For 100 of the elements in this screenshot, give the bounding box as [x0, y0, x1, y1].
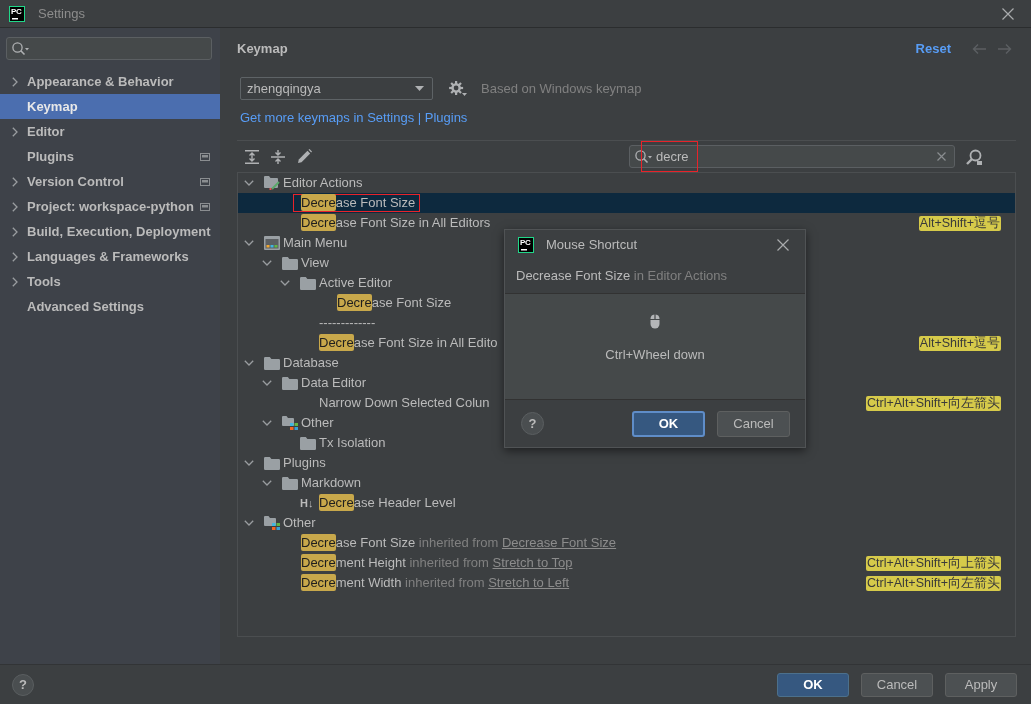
tree-label: Plugins — [283, 455, 326, 471]
action-label: Decrement Height inherited from Stretch to Top — [301, 555, 573, 571]
search-field[interactable] — [6, 37, 212, 60]
sidebar-item[interactable]: Plugins — [0, 144, 220, 169]
chevron-down-icon[interactable] — [262, 480, 272, 486]
search-icon — [635, 149, 652, 164]
chevron-down-icon[interactable] — [262, 420, 272, 426]
folder-icon — [300, 276, 316, 290]
help-button[interactable]: ? — [521, 412, 544, 435]
shortcut-badge: Alt+Shift+逗号 — [918, 335, 1001, 351]
folder-pencil-icon — [264, 176, 280, 190]
clear-icon[interactable] — [937, 152, 946, 161]
action-label: Decrease Font Size — [293, 194, 421, 212]
sidebar-item[interactable]: Build, Execution, Deployment — [0, 219, 220, 244]
app-logo: PC — [9, 5, 25, 22]
action-label: Decrease Font Size — [337, 295, 452, 311]
shortcut-text: Ctrl+Wheel down — [605, 347, 705, 363]
ok-button[interactable]: OK — [777, 672, 849, 697]
folder-icon — [282, 376, 298, 390]
sidebar-item[interactable]: Advanced Settings — [0, 294, 220, 319]
shortcut-badge: Ctrl+Alt+Shift+向左箭头 — [866, 575, 1001, 591]
tree-label: Other — [301, 415, 334, 431]
chevron-down-icon[interactable] — [244, 460, 254, 466]
shortcut-badge: Ctrl+Alt+Shift+向左箭头 — [866, 395, 1001, 411]
close-icon[interactable] — [1002, 7, 1014, 20]
tree-label: Markdown — [301, 475, 361, 491]
collapse-all-icon[interactable] — [271, 149, 285, 164]
action-link[interactable]: Stretch to Top — [492, 555, 573, 570]
sidebar-item[interactable]: Keymap — [0, 94, 220, 119]
dialog-button[interactable]: Apply — [945, 672, 1017, 697]
folder-dots-icon — [282, 416, 298, 430]
folder-icon — [282, 256, 298, 270]
tree-label: Tx Isolation — [319, 435, 386, 451]
chevron-down-icon[interactable] — [244, 520, 254, 526]
ok-button[interactable]: OK — [632, 410, 705, 437]
sidebar-item[interactable]: Version Control — [0, 169, 220, 194]
tree-label: Data Editor — [301, 375, 367, 391]
tree-label: Active Editor — [319, 275, 392, 291]
sidebar-item[interactable]: Appearance & Behavior — [0, 69, 220, 94]
gear-icon[interactable] — [449, 80, 467, 97]
tree-label: View — [301, 255, 329, 271]
chevron-right-icon[interactable] — [12, 176, 18, 187]
tree-label: Main Menu — [283, 235, 348, 251]
shortcut-badge: Ctrl+Alt+Shift+向上箭头 — [866, 555, 1001, 571]
dialog-title: Mouse Shortcut — [546, 236, 638, 253]
chevron-down-icon[interactable] — [262, 260, 272, 266]
plugins-link[interactable]: Get more keymaps in Settings | Plugins — [240, 110, 468, 126]
pencil-icon[interactable] — [297, 149, 312, 164]
close-icon[interactable] — [777, 238, 789, 251]
chevron-right-icon[interactable] — [12, 76, 18, 87]
chevron-right-icon[interactable] — [12, 201, 18, 212]
folder-dots-icon — [264, 516, 280, 530]
folder-icon — [282, 476, 298, 490]
chevron-down-icon[interactable] — [244, 360, 254, 366]
caret-icon[interactable] — [415, 86, 424, 91]
action-label: Decrease Font Size in All Edito — [319, 335, 498, 351]
sidebar-item[interactable]: Tools — [0, 269, 220, 294]
dialog-button[interactable]: Cancel — [717, 410, 790, 437]
tree-label: Database — [283, 355, 339, 371]
action-label: Decrease Font Size in All Editors — [301, 215, 491, 231]
window-title: Settings — [38, 5, 85, 22]
chevron-right-icon[interactable] — [12, 251, 18, 262]
chevron-right-icon[interactable] — [12, 226, 18, 237]
tree-row[interactable]: Decrease Font Size — [238, 193, 1015, 213]
tree-label: Other — [283, 515, 316, 531]
action-label: Decrease Font Size inherited from Decrease Font Size — [301, 535, 617, 551]
tree-label: Editor Actions — [283, 175, 363, 191]
action-link[interactable]: Decrease Font Size — [501, 535, 617, 550]
chevron-down-icon[interactable] — [262, 380, 272, 386]
expand-all-icon[interactable] — [245, 149, 259, 164]
chevron-down-icon[interactable] — [244, 180, 254, 186]
keymap-dropdown[interactable]: zhengqingya — [240, 77, 433, 100]
chevron-down-icon[interactable] — [280, 280, 290, 286]
keymap-base-text: Based on Windows keymap — [481, 80, 642, 97]
search-icon — [12, 41, 29, 56]
separator-label: ------------- — [319, 315, 376, 331]
folder-icon — [264, 456, 280, 470]
menu-window-icon — [264, 236, 280, 250]
magnifier-icon[interactable] — [966, 148, 982, 165]
folder-icon — [264, 356, 280, 370]
app-logo: PC — [518, 236, 534, 253]
shortcut-badge: Alt+Shift+逗号 — [918, 215, 1001, 231]
sidebar-item[interactable]: Languages & Frameworks — [0, 244, 220, 269]
reset-link[interactable]: Reset — [915, 41, 951, 57]
search-input[interactable]: decre — [652, 146, 937, 167]
folder-icon — [300, 436, 316, 450]
action-label: Narrow Down Selected Colun — [319, 395, 490, 411]
action-label: Decrement Width inherited from Stretch to Left — [301, 575, 570, 591]
sidebar-item[interactable]: Editor — [0, 119, 220, 144]
chevron-down-icon[interactable] — [244, 240, 254, 246]
chevron-right-icon[interactable] — [12, 126, 18, 137]
help-button[interactable]: ? — [12, 673, 34, 696]
sidebar-item[interactable]: Project: workspace-python — [0, 194, 220, 219]
page-title: Keymap — [237, 41, 288, 57]
mouse-icon — [650, 314, 660, 329]
action-description: Decrease Font Size in Editor Actions — [516, 268, 727, 284]
chevron-right-icon[interactable] — [12, 276, 18, 287]
action-link[interactable]: Stretch to Left — [488, 575, 570, 590]
dialog-button[interactable]: Cancel — [861, 672, 933, 697]
heading-level-icon: H↓ — [300, 497, 314, 509]
